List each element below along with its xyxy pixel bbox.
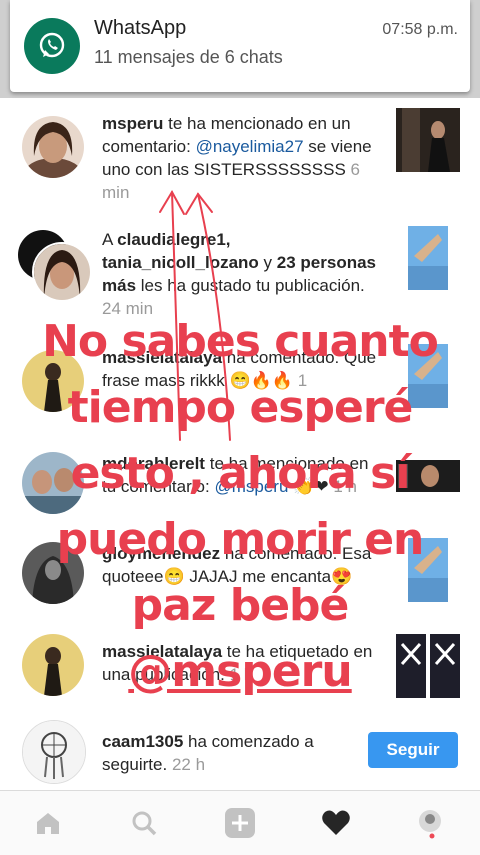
timestamp: 1 h — [229, 665, 254, 684]
post-thumbnail[interactable] — [396, 634, 460, 698]
avatar[interactable] — [22, 634, 84, 696]
mention-link[interactable]: @nayelimia27 — [196, 137, 304, 156]
add-post-icon[interactable] — [222, 805, 258, 841]
list-item[interactable]: mdorablerelt te ha mencionado en tu come… — [0, 446, 480, 534]
activity-text: massielatalaya te ha etiquetado en una p… — [102, 642, 373, 684]
profile-icon[interactable] — [412, 805, 448, 841]
follow-button[interactable]: Seguir — [368, 732, 458, 768]
avatar[interactable] — [22, 350, 84, 412]
notification-summary: 11 mensajes de 6 chats — [94, 47, 283, 67]
list-item[interactable]: massielatalaya te ha etiquetado en una p… — [0, 634, 480, 712]
username[interactable]: msperu — [102, 114, 163, 133]
avatar[interactable] — [22, 452, 84, 514]
post-thumbnail[interactable] — [408, 538, 448, 602]
avatar[interactable] — [22, 720, 86, 784]
heart-icon[interactable] — [318, 805, 354, 841]
timestamp: 1 h — [333, 477, 357, 496]
activity-feed[interactable]: msperu te ha mencionado en un comentario… — [0, 98, 480, 790]
username[interactable]: mdorablerelt — [102, 454, 205, 473]
list-item[interactable]: A claudialegre1, tania_nicoll_lozano y 2… — [0, 216, 480, 334]
timestamp: 24 min — [102, 299, 154, 318]
activity-text: mdorablerelt te ha mencionado en tu come… — [102, 454, 369, 496]
activity-text: gloymenendez ha comentado: Esa quoteee😁 … — [102, 544, 372, 586]
search-icon[interactable] — [126, 805, 162, 841]
home-icon[interactable] — [30, 805, 66, 841]
activity-text: msperu te ha mencionado en un comentario… — [102, 114, 372, 202]
activity-text: massielatalaya ha comentado: Que frase m… — [102, 348, 377, 390]
post-thumbnail[interactable] — [396, 108, 460, 172]
activity-text: A claudialegre1, tania_nicoll_lozano y 2… — [102, 230, 377, 318]
whatsapp-icon — [24, 18, 80, 74]
username[interactable]: massielatalaya — [102, 642, 222, 661]
list-item[interactable]: caam1305 ha comenzado a seguirte. 22 h S… — [0, 712, 480, 790]
notification-app-name: WhatsApp — [94, 17, 187, 39]
username[interactable]: tania_nicoll_lozano — [102, 253, 259, 272]
avatar[interactable] — [22, 542, 84, 604]
post-thumbnail[interactable] — [396, 460, 460, 492]
timestamp: 1 — [297, 371, 308, 390]
username[interactable]: gloymenendez — [102, 544, 220, 563]
post-thumbnail[interactable] — [408, 226, 448, 290]
bottom-navigation — [0, 790, 480, 855]
timestamp: 22 h — [171, 755, 206, 774]
post-thumbnail[interactable] — [408, 344, 448, 408]
avatar[interactable] — [22, 116, 84, 178]
activity-text: caam1305 ha comenzado a seguirte. 22 h — [102, 732, 314, 774]
list-item[interactable]: msperu te ha mencionado en un comentario… — [0, 98, 480, 216]
whatsapp-notification[interactable]: WhatsApp 11 mensajes de 6 chats 07:58 p.… — [10, 0, 470, 92]
notification-time: 07:58 p.m. — [382, 21, 458, 38]
list-item[interactable]: gloymenendez ha comentado: Esa quoteee😁 … — [0, 534, 480, 634]
list-item[interactable]: massielatalaya ha comentado: Que frase m… — [0, 334, 480, 446]
mention-link[interactable]: @msperu — [214, 477, 288, 496]
username[interactable]: claudialegre1, — [117, 230, 230, 249]
username[interactable]: massielatalaya — [102, 348, 222, 367]
avatar[interactable] — [32, 242, 92, 302]
username[interactable]: caam1305 — [102, 732, 183, 751]
